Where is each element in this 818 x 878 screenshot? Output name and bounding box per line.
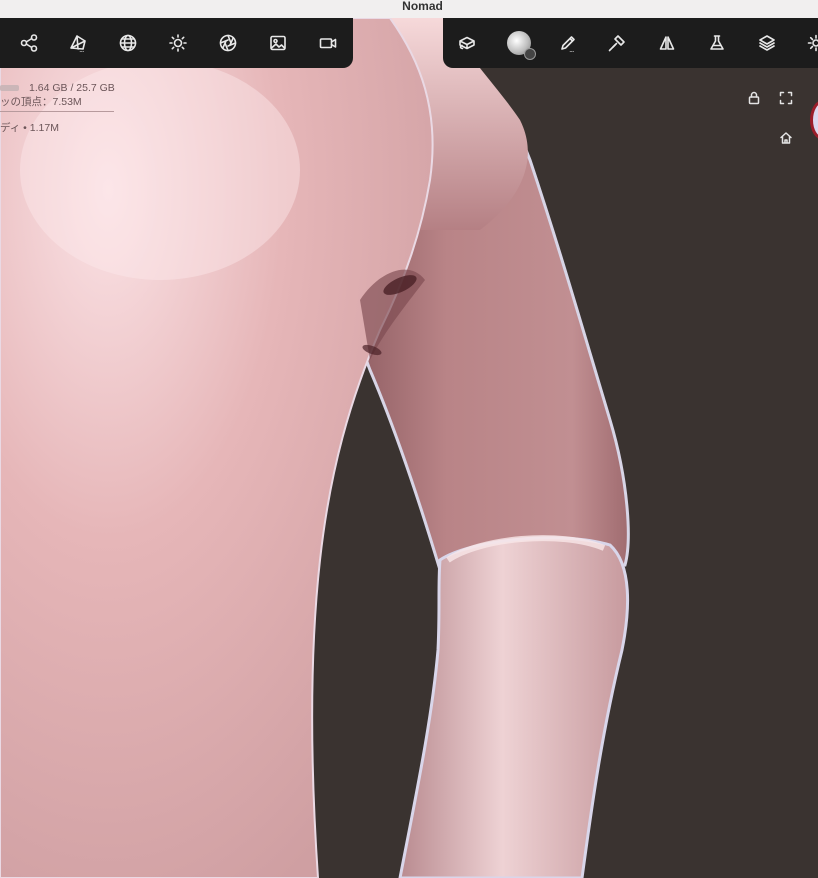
window-title: Nomad	[402, 0, 443, 13]
right-toolbar: ...	[443, 18, 818, 68]
mesh-count: ディ • 1.17M	[0, 122, 59, 134]
overflow-marker-right: ...	[569, 44, 574, 54]
stats-divider	[0, 111, 114, 112]
left-toolbar: ...	[0, 18, 353, 68]
3d-viewport[interactable]	[0, 18, 818, 878]
gem-icon[interactable]	[65, 30, 91, 56]
home-icon[interactable]	[776, 128, 796, 148]
title-bar: Nomad	[0, 0, 818, 18]
video-camera-icon[interactable]	[315, 30, 341, 56]
paint-brush-icon[interactable]	[604, 30, 630, 56]
lock-icon[interactable]	[744, 88, 764, 108]
memory-usage: 1.64 GB / 25.7 GB	[29, 82, 115, 94]
symmetry-icon[interactable]	[654, 30, 680, 56]
aperture-icon[interactable]	[215, 30, 241, 56]
brush-alpha-icon[interactable]	[505, 29, 536, 60]
pen-icon[interactable]	[555, 30, 581, 56]
sun-icon[interactable]	[165, 30, 191, 56]
wireframe-sphere-icon[interactable]	[115, 30, 141, 56]
sculpt-mesh	[0, 18, 818, 878]
gear-icon[interactable]	[803, 30, 818, 56]
fullscreen-icon[interactable]	[776, 88, 796, 108]
scene-graph-icon[interactable]	[16, 30, 42, 56]
memory-bar	[0, 85, 19, 91]
layers-icon[interactable]	[754, 30, 780, 56]
flask-icon[interactable]	[704, 30, 730, 56]
overflow-marker: ...	[79, 44, 84, 54]
cube-interaction-icon[interactable]	[454, 30, 480, 56]
image-icon[interactable]	[265, 30, 291, 56]
vertex-count: ッの頂点：7.53M	[0, 96, 82, 108]
